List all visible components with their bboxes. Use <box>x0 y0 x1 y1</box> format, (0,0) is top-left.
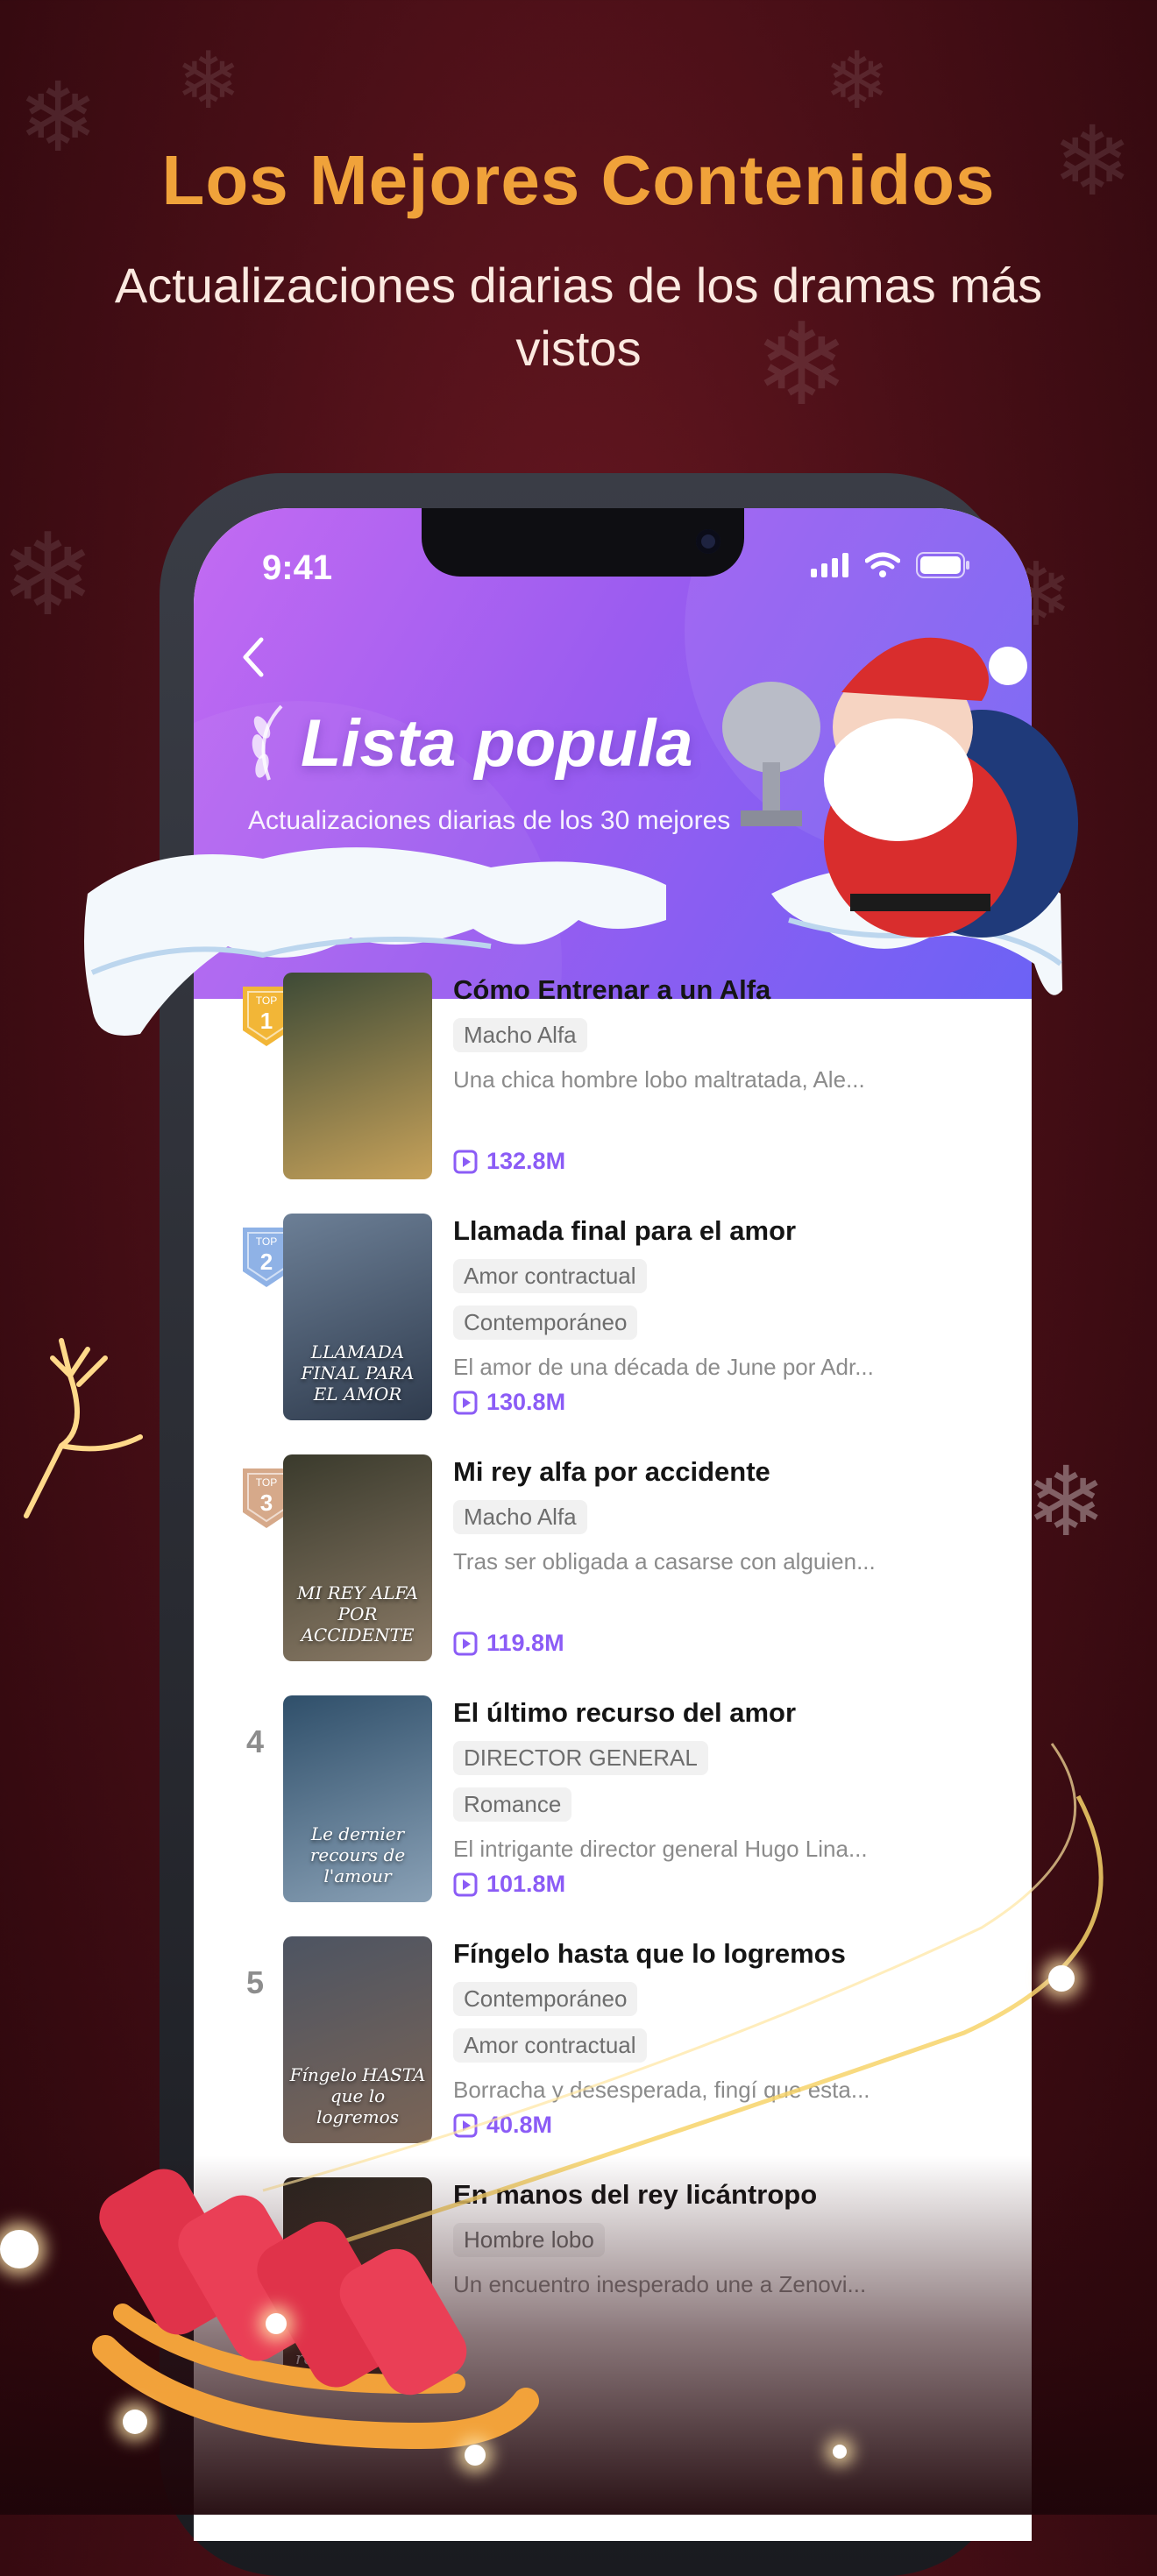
view-count-value: 132.8M <box>486 1148 566 1174</box>
status-icons <box>811 552 970 578</box>
signal-icon <box>811 553 848 577</box>
cover-image[interactable]: LLAMADA FINAL PARA EL AMOR <box>283 1214 432 1420</box>
sparkle-decoration <box>266 2313 287 2334</box>
genre-tag: Contemporáneo <box>453 1306 638 1340</box>
genre-tag: Macho Alfa <box>453 1500 587 1534</box>
rank-number: 3 <box>260 1490 273 1516</box>
wifi-icon <box>865 552 900 577</box>
play-icon <box>453 1391 478 1414</box>
sparkle-decoration <box>0 2230 39 2268</box>
rank-badge-label: TOP <box>256 1235 277 1248</box>
view-count-value: 130.8M <box>486 1389 566 1415</box>
snowflake-decoration: ❄ <box>1026 1446 1107 1558</box>
status-time: 9:41 <box>262 548 333 587</box>
page-title-group: Lista popula <box>246 701 693 785</box>
genre-tag: Amor contractual <box>453 1259 647 1293</box>
list-item[interactable]: TOP 2 LLAMADA FINAL PARA EL AMOR Llamada… <box>194 1214 1032 1454</box>
view-count: 119.8M <box>453 1630 564 1657</box>
play-icon <box>453 1150 478 1173</box>
santa-illustration <box>722 637 1078 938</box>
snowflake-decoration: ❄ <box>175 35 242 127</box>
rank-badge-label: TOP <box>256 1476 277 1489</box>
cover-image[interactable]: MI REY ALFA POR ACCIDENTE <box>283 1454 432 1661</box>
laurel-icon <box>252 704 283 781</box>
play-icon <box>453 1631 478 1655</box>
item-description: Tras ser obligada a casarse con alguien.… <box>453 1548 876 1575</box>
battery-icon <box>916 552 969 578</box>
back-button[interactable] <box>233 631 277 683</box>
camera-notch <box>422 508 744 577</box>
item-info: Llamada final para el amor Amor contractu… <box>453 1214 962 1381</box>
item-title[interactable]: Mi rey alfa por accidente <box>453 1456 962 1488</box>
view-count: 132.8M <box>453 1148 565 1175</box>
sparkle-decoration <box>465 2445 486 2466</box>
sparkle-decoration <box>123 2410 147 2434</box>
list-item[interactable]: TOP 3 MI REY ALFA POR ACCIDENTE Mi rey a… <box>194 1454 1032 1695</box>
item-info: Mi rey alfa por accidente Macho Alfa Tras … <box>453 1454 962 1575</box>
snowflake-decoration: ❄ <box>0 508 96 641</box>
item-title[interactable]: Llamada final para el amor <box>453 1215 962 1247</box>
sparkle-decoration <box>1048 1965 1075 1992</box>
page-tagline: Actualizaciones diarias de los 30 mejore… <box>248 806 731 835</box>
page-title: Lista popula <box>301 705 693 781</box>
chevron-left-icon <box>243 637 264 677</box>
promo-subheadline: Actualizaciones diarias de los dramas má… <box>114 258 1043 376</box>
sleigh-illustration <box>92 2169 539 2450</box>
rank-number: 2 <box>260 1249 273 1275</box>
item-description: Una chica hombre lobo maltratada, Ale... <box>453 1066 865 1093</box>
promo-headline: Los Mejores Contenidos <box>161 141 996 219</box>
cover-title-art: LLAMADA FINAL PARA EL AMOR <box>301 1341 415 1405</box>
view-count: 130.8M <box>453 1389 565 1416</box>
view-count-value: 119.8M <box>486 1630 564 1656</box>
reindeer-decoration <box>24 1338 143 1518</box>
sparkle-decoration <box>833 2445 847 2459</box>
cover-title-art: MI REY ALFA POR ACCIDENTE <box>296 1582 419 1645</box>
front-camera <box>696 529 720 554</box>
snowflake-decoration: ❄ <box>824 35 891 127</box>
item-description: El amor de una década de June por Adr... <box>453 1354 874 1380</box>
